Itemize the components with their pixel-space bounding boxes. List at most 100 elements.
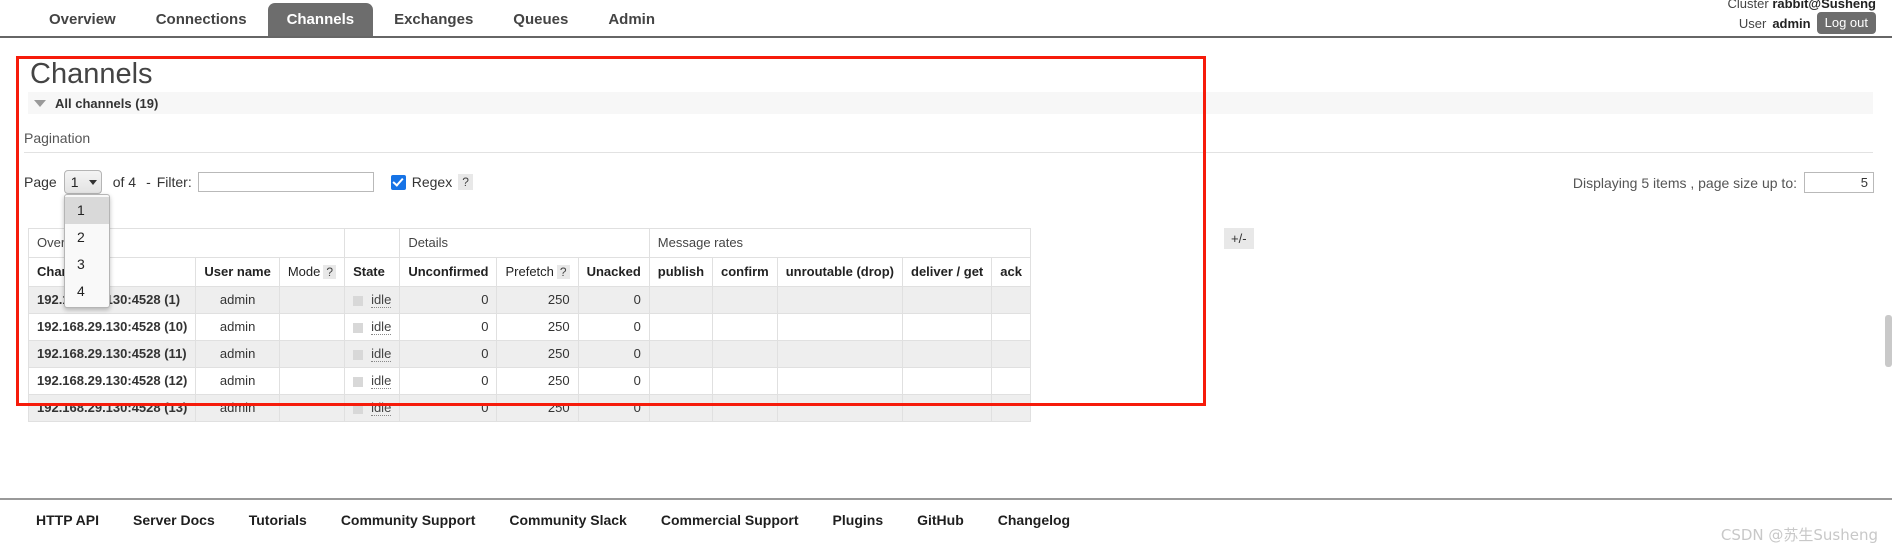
state-indicator-icon — [353, 403, 364, 414]
cell-deliver-get — [902, 367, 993, 395]
cell-unconfirmed: 0 — [399, 340, 498, 368]
logout-button[interactable]: Log out — [1816, 12, 1876, 34]
table-header-prefetch[interactable]: Prefetch? — [496, 257, 579, 287]
state-label: idle — [371, 400, 392, 416]
displaying-text: Displaying 5 items , page size up to: — [1572, 174, 1797, 191]
footer-link-community-support[interactable]: Community Support — [341, 512, 476, 528]
pagination-divider — [24, 152, 1873, 153]
cell-unconfirmed: 0 — [399, 367, 498, 395]
cell-mode — [278, 313, 346, 341]
cell-unacked: 0 — [577, 367, 650, 395]
page-select[interactable]: 1 — [63, 170, 102, 194]
cluster-name: rabbit@Susheng — [1772, 0, 1876, 11]
cell-confirm — [712, 286, 778, 314]
page-scrollbar-thumb[interactable] — [1885, 315, 1892, 367]
table-row[interactable]: 192.168.29.130:4528 (1)admin idle 02500 — [27, 286, 1031, 314]
cell-unconfirmed: 0 — [399, 313, 498, 341]
cell-publish — [648, 340, 714, 368]
page-select-value: 1 — [70, 174, 79, 190]
header-label: ack — [1000, 264, 1022, 279]
page-option-4[interactable]: 4 — [65, 278, 109, 305]
regex-label: Regex — [411, 174, 453, 190]
cell-channel: 192.168.29.130:4528 (13) — [27, 394, 197, 422]
table-header-unconfirmed[interactable]: Unconfirmed — [399, 257, 498, 287]
footer-link-tutorials[interactable]: Tutorials — [249, 512, 307, 528]
cell-channel: 192.168.29.130:4528 (12) — [27, 367, 197, 395]
nav-tab-channels[interactable]: Channels — [267, 3, 374, 36]
table-header-confirm[interactable]: confirm — [712, 257, 778, 287]
nav-tab-queues[interactable]: Queues — [494, 3, 587, 36]
table-row[interactable]: 192.168.29.130:4528 (11) admin idle 0 250 0 — [27, 340, 1031, 368]
table-header-publish[interactable]: publish — [648, 257, 714, 287]
cell-state: idle — [344, 367, 401, 395]
pagination-section-label: Pagination — [24, 130, 91, 146]
filter-input[interactable] — [197, 172, 374, 192]
page-size-input[interactable] — [1804, 172, 1874, 193]
footer-link-plugins[interactable]: Plugins — [833, 512, 884, 528]
header-label: confirm — [721, 264, 769, 279]
header-label: Prefetch — [505, 264, 554, 279]
table-header-user-name[interactable]: User name — [195, 257, 280, 287]
table-body: 192.168.29.130:4528 (1)adminidle02500 192… — [27, 286, 1031, 422]
header-label: User name — [204, 264, 271, 279]
cell-prefetch: 250 — [496, 367, 579, 395]
cell-user-name: admin — [195, 340, 280, 368]
cell-deliver-get — [902, 340, 993, 368]
footer-link-server-docs[interactable]: Server Docs — [133, 512, 215, 528]
footer-link-community-slack[interactable]: Community Slack — [509, 512, 626, 528]
cell-state: idle — [344, 313, 401, 341]
regex-checkbox[interactable] — [390, 174, 406, 190]
cell-channel: 192.168.29.130:4528 (11) — [27, 340, 197, 368]
nav-tab-exchanges[interactable]: Exchanges — [375, 3, 492, 36]
cell-publish — [648, 394, 714, 422]
cell-confirm — [712, 313, 778, 341]
table-header-unacked[interactable]: Unacked — [577, 257, 650, 287]
table-header-channel[interactable]: Channel — [27, 257, 197, 287]
cell-confirm — [712, 367, 778, 395]
filter-label: Filter: — [156, 174, 192, 190]
regex-help-icon[interactable]: ? — [458, 174, 473, 190]
table-row[interactable]: 192.168.29.130:4528 (12) admin idle 0 250 0 — [27, 367, 1031, 395]
footer-link-changelog[interactable]: Changelog — [998, 512, 1070, 528]
prefetch-help-icon[interactable]: ? — [556, 265, 570, 279]
mode-help-icon[interactable]: ? — [323, 265, 337, 279]
cell-user-name: admin — [195, 313, 280, 341]
cell-state: idle — [344, 340, 401, 368]
table-header-deliver-get[interactable]: deliver / get — [902, 257, 993, 287]
watermark: CSDN @苏生Susheng — [1720, 526, 1878, 544]
all-channels-section-toggle[interactable]: All channels (19) — [28, 92, 1873, 114]
cell-ack — [991, 286, 1031, 314]
footer-link-github[interactable]: GitHub — [917, 512, 964, 528]
nav-tab-overview[interactable]: Overview — [30, 3, 135, 36]
page-select-dropdown[interactable]: 1234 — [64, 194, 110, 308]
all-channels-label: All channels (19) — [55, 95, 159, 111]
footer-link-commercial-support[interactable]: Commercial Support — [661, 512, 799, 528]
cell-user-name: admin — [195, 394, 280, 422]
state-indicator-icon — [353, 376, 364, 387]
top-bar: Overview Connections Channels Exchanges Queu… — [0, 0, 1892, 38]
header-label: publish — [657, 264, 705, 279]
nav-tab-connections[interactable]: Connections — [137, 3, 266, 36]
page-option-3[interactable]: 3 — [65, 251, 109, 278]
nav-tab-admin[interactable]: Admin — [589, 3, 674, 36]
cell-prefetch: 250 — [496, 340, 579, 368]
page-option-2[interactable]: 2 — [65, 224, 109, 251]
table-row[interactable]: 192.168.29.130:4528 (13) admin idle 0 250 0 — [27, 394, 1031, 422]
header-label: State — [353, 264, 385, 279]
table-header-unroutable-drop[interactable]: unroutable (drop) — [776, 257, 904, 287]
table-group-header: Message rates — [648, 228, 1031, 258]
cell-publish — [648, 367, 714, 395]
toggle-columns-button[interactable]: +/- — [1224, 228, 1254, 249]
channels-table: OverviewDetailsMessage rates Channel User… — [27, 228, 1031, 422]
table-header-ack[interactable]: ack — [991, 257, 1031, 287]
table-row[interactable]: 192.168.29.130:4528 (10) admin idle 0 250 0 — [27, 313, 1031, 341]
table-header-mode[interactable]: Mode? — [278, 257, 346, 287]
cell-unconfirmed: 0 — [399, 394, 498, 422]
footer-link-http-api[interactable]: HTTP API — [36, 512, 99, 528]
pagination-controls: Page 1 of 4 - Filter: Regex ? — [24, 170, 473, 194]
cell-unacked: 0 — [577, 394, 650, 422]
cell-ack — [991, 394, 1031, 422]
page-option-1[interactable]: 1 — [65, 197, 109, 224]
cell-prefetch: 250 — [496, 286, 579, 314]
table-header-state[interactable]: State — [344, 257, 401, 287]
